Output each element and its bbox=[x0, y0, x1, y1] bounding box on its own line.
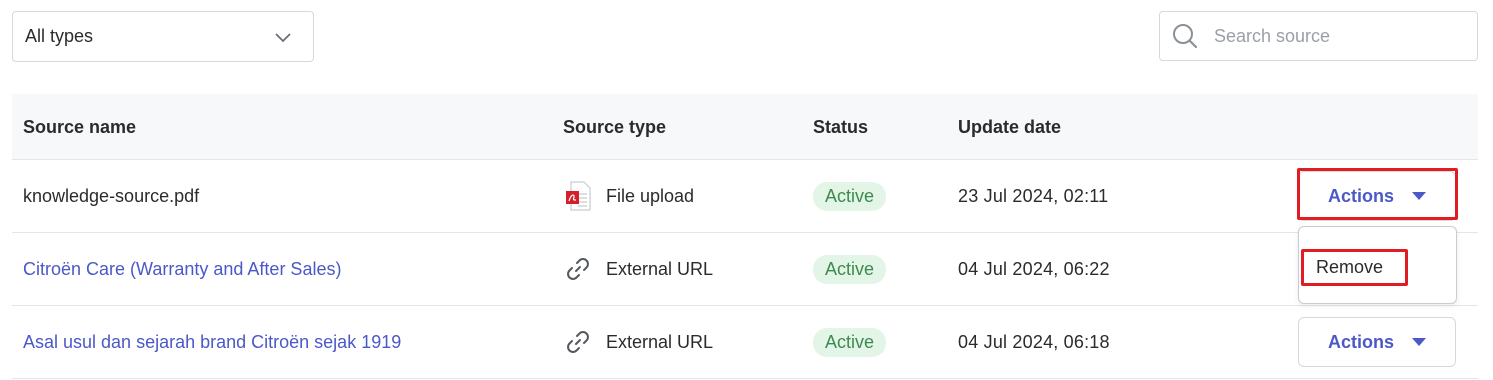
header-update-date: Update date bbox=[958, 116, 1062, 137]
link-icon bbox=[563, 327, 593, 357]
type-filter-value: All types bbox=[25, 26, 94, 46]
status-badge: Active bbox=[813, 181, 887, 211]
update-date: 04 Jul 2024, 06:18 bbox=[958, 331, 1110, 352]
source-type-label: External URL bbox=[606, 258, 714, 279]
link-icon bbox=[563, 254, 593, 284]
table-row: Citroën Care (Warranty and After Sales) … bbox=[12, 233, 1478, 306]
header-source-type: Source type bbox=[563, 116, 667, 137]
search-icon bbox=[1173, 24, 1198, 49]
header-source-name: Source name bbox=[23, 116, 137, 137]
menu-item-remove[interactable]: Remove bbox=[1316, 257, 1383, 278]
caret-down-icon bbox=[1412, 192, 1426, 200]
table-row: knowledge-source.pdf File upload Active … bbox=[12, 160, 1478, 233]
table-row: Asal usul dan sejarah brand Citroën seja… bbox=[12, 306, 1478, 379]
actions-label: Actions bbox=[1327, 331, 1394, 352]
chevron-down-icon bbox=[275, 32, 291, 42]
source-type-label: External URL bbox=[606, 331, 714, 352]
type-filter-select[interactable]: All types bbox=[12, 11, 314, 62]
actions-label: Actions bbox=[1327, 185, 1394, 206]
update-date: 04 Jul 2024, 06:22 bbox=[958, 258, 1110, 279]
source-type-label: File upload bbox=[606, 185, 695, 206]
actions-dropdown-menu: Remove bbox=[1298, 226, 1457, 304]
search-box bbox=[1159, 11, 1478, 61]
table-header: Source name Source type Status Update da… bbox=[12, 94, 1478, 160]
source-name-link[interactable]: Asal usul dan sejarah brand Citroën seja… bbox=[23, 332, 401, 353]
caret-down-icon bbox=[1412, 338, 1426, 346]
search-input[interactable] bbox=[1214, 25, 1465, 47]
header-status: Status bbox=[813, 116, 869, 137]
status-badge: Active bbox=[813, 327, 887, 357]
update-date: 23 Jul 2024, 02:11 bbox=[958, 185, 1109, 206]
source-name-link[interactable]: Citroën Care (Warranty and After Sales) bbox=[23, 259, 341, 280]
actions-button[interactable]: Actions bbox=[1298, 317, 1456, 367]
status-badge: Active bbox=[813, 254, 887, 284]
actions-button[interactable]: Actions bbox=[1298, 171, 1456, 221]
sources-table: Source name Source type Status Update da… bbox=[12, 94, 1478, 379]
pdf-file-icon bbox=[563, 181, 593, 211]
source-name: knowledge-source.pdf bbox=[23, 185, 200, 206]
